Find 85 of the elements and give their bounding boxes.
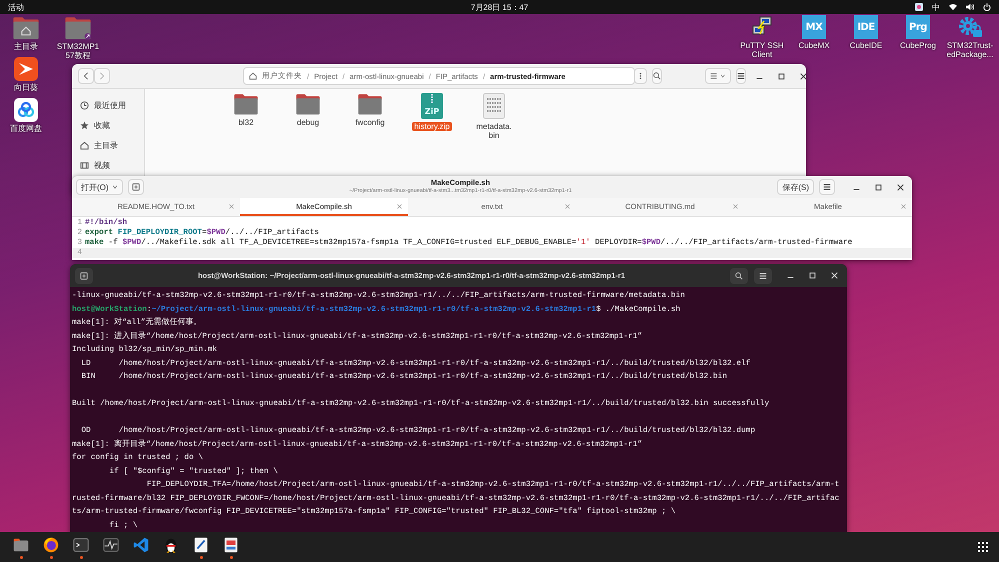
gear-lock-icon	[957, 15, 983, 39]
save-button[interactable]: 保存(S)	[777, 179, 814, 195]
input-method-indicator[interactable]: 中	[932, 2, 940, 12]
desktop-icon-label[interactable]: 百度网盘	[3, 124, 49, 133]
app-icon	[222, 536, 240, 554]
code-editor-icon	[132, 536, 150, 554]
close-icon	[830, 272, 838, 279]
binary-file-icon	[483, 93, 505, 119]
search-icon	[653, 72, 661, 80]
browser-icon	[42, 536, 60, 554]
home-icon	[80, 140, 89, 150]
running-indicator	[20, 556, 22, 558]
desktop-icon-label[interactable]: 向日葵	[3, 82, 49, 92]
running-indicator	[230, 556, 232, 558]
running-indicator	[50, 556, 52, 558]
app-grid-icon[interactable]	[977, 541, 989, 553]
running-indicator	[80, 556, 82, 558]
running-indicator	[200, 556, 202, 558]
search-icon	[735, 272, 743, 280]
sidebar-item[interactable]: 主目录	[72, 135, 144, 155]
activity-graph-icon	[102, 536, 120, 554]
cloud-app-icon	[14, 98, 38, 122]
maximize-icon	[874, 184, 882, 190]
desktop-icon-label[interactable]: STM32MP157教程	[55, 42, 101, 60]
tray-app-icon[interactable]	[915, 3, 923, 11]
new-tab-button[interactable]	[75, 268, 93, 284]
menu-icon	[737, 72, 745, 80]
maximize-icon	[808, 272, 816, 279]
close-tab-icon	[733, 204, 738, 209]
desktop-icon-label[interactable]: CubeProg	[893, 41, 943, 50]
home-icon	[249, 72, 257, 80]
power-icon[interactable]	[983, 3, 991, 11]
close-icon	[800, 72, 806, 80]
sidebar-item[interactable]: 最近使用	[72, 95, 144, 115]
close-tab-icon	[229, 204, 234, 209]
search-button[interactable]	[730, 268, 748, 284]
desktop-icon-label[interactable]: STM32Trust-edPackage...	[945, 41, 995, 59]
file-name[interactable]: fwconfig	[353, 118, 387, 128]
menu-icon	[759, 272, 767, 280]
desktop-icon-label[interactable]: 主目录	[3, 42, 49, 51]
file-name[interactable]: bl32	[236, 118, 256, 128]
clock[interactable]: 7月28日 15：47	[470, 2, 528, 12]
wifi-icon[interactable]	[949, 3, 957, 11]
star-icon	[80, 120, 89, 130]
folder-icon	[357, 93, 383, 116]
kebab-icon	[639, 72, 642, 80]
close-tab-icon	[397, 204, 402, 209]
folder-icon	[233, 93, 259, 116]
view-toggle-button[interactable]	[705, 68, 731, 84]
caret-icon	[112, 184, 118, 190]
app-tile-icon: MX	[802, 15, 826, 39]
menu-button[interactable]	[754, 268, 772, 284]
app-icon	[14, 56, 38, 81]
caret-icon	[720, 73, 726, 79]
folder-icon	[295, 93, 321, 116]
file-name[interactable]: debug	[294, 118, 322, 128]
new-tab-icon	[132, 183, 140, 191]
folder-icon	[12, 536, 30, 554]
file-name[interactable]: metadata.bin	[474, 122, 514, 140]
maximize-icon	[778, 72, 784, 80]
desktop-icon-label[interactable]: PuTTY SSH Client	[737, 41, 787, 59]
folder-shortcut-icon	[64, 16, 92, 40]
terminal-icon	[72, 536, 90, 554]
new-tab-icon	[80, 272, 88, 280]
app-tile-icon: IDE	[854, 15, 878, 39]
home-folder-icon	[12, 16, 40, 40]
back-button[interactable]	[78, 68, 94, 84]
volume-icon[interactable]	[966, 3, 974, 11]
app-tile-icon: Prg	[906, 15, 930, 39]
sidebar-item[interactable]: 收藏	[72, 115, 144, 135]
menu-icon	[823, 183, 831, 191]
desktop-icon-label[interactable]: CubeMX	[789, 41, 839, 50]
clock-icon	[80, 100, 89, 110]
close-tab-icon	[565, 204, 570, 209]
close-tab-icon	[901, 204, 906, 209]
zip-file-icon: ZiP	[421, 93, 443, 119]
film-icon	[80, 160, 89, 170]
list-view-icon	[710, 72, 718, 80]
close-icon	[896, 184, 904, 190]
sidebar-item[interactable]: 视频	[72, 155, 144, 175]
desktop-icon-label[interactable]: CubeIDE	[841, 41, 891, 50]
open-button[interactable]: 打开(O)	[76, 179, 123, 195]
activities-button[interactable]: 活动	[8, 2, 471, 12]
file-name[interactable]: history.zip	[412, 122, 452, 131]
text-editor-icon	[192, 536, 210, 554]
